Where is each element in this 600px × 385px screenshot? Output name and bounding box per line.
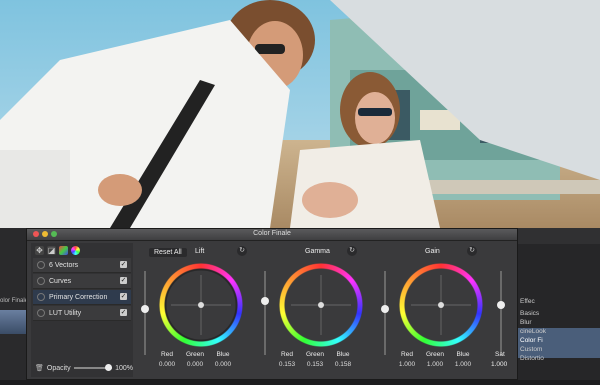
layer-tools: ✥ ◪: [31, 243, 133, 258]
gamma-blue-value[interactable]: 0.158: [331, 361, 355, 368]
lift-master-slider[interactable]: [141, 271, 149, 355]
gamma-blue-label: Blue: [336, 351, 350, 358]
lift-reset-icon[interactable]: ↻: [237, 246, 247, 256]
layer-label: 6 Vectors: [49, 261, 79, 269]
gamma-color-wheel[interactable]: [279, 263, 363, 347]
gain-red-label: Red: [401, 351, 413, 358]
gamma-green-label: Green: [305, 351, 325, 358]
layer-item-primary-correction[interactable]: Primary Correction ✓: [33, 290, 131, 305]
opacity-slider[interactable]: [73, 364, 113, 371]
lift-master-knob[interactable]: [141, 305, 149, 313]
lift-title: Lift: [195, 248, 205, 255]
curves-tool-icon[interactable]: ◪: [47, 246, 56, 255]
opacity-control: 🗑 Opacity 100%: [35, 363, 133, 373]
layer-label: Primary Correction: [49, 293, 108, 301]
gamma-green-value[interactable]: 0.153: [303, 361, 327, 368]
effects-browser: Effec Basics Blur cineLook Color Fi Cust…: [518, 228, 600, 380]
layer-item-6-vectors[interactable]: 6 Vectors ✓: [33, 258, 131, 273]
layer-item-lut-utility[interactable]: LUT Utility ✓: [33, 306, 131, 321]
lift-blue-value[interactable]: 0.000: [211, 361, 235, 368]
gain-section: Gain ↻ Red Green Blue 1.000 1.000 1.000 …: [357, 243, 515, 377]
timeline-left-strip: olor Finale: [0, 228, 29, 380]
vectors-tool-icon[interactable]: ✥: [35, 246, 44, 255]
left-strip-label: olor Finale: [0, 298, 29, 304]
gain-color-wheel[interactable]: [399, 263, 483, 347]
window-titlebar: Color Finale: [27, 229, 517, 241]
saturation-value[interactable]: 1.000: [491, 361, 507, 368]
lift-green-value[interactable]: 0.000: [183, 361, 207, 368]
saturation-knob[interactable]: [497, 301, 505, 309]
trash-icon[interactable]: 🗑: [35, 364, 44, 372]
gamma-title: Gamma: [305, 248, 330, 255]
lift-section: Reset All Lift ↻ Red Green Blue 0.000 0.…: [137, 243, 261, 377]
layer-visibility-icon[interactable]: [37, 293, 45, 301]
lift-color-wheel[interactable]: [159, 263, 243, 347]
video-viewer: [0, 0, 600, 228]
layer-visibility-icon[interactable]: [37, 261, 45, 269]
reset-all-button[interactable]: Reset All: [149, 248, 187, 257]
layer-label: LUT Utility: [49, 309, 82, 317]
color-wheels-area: Reset All Lift ↻ Red Green Blue 0.000 0.…: [137, 243, 515, 377]
opacity-slider-knob[interactable]: [105, 364, 113, 371]
layer-checkbox[interactable]: ✓: [120, 309, 127, 316]
saturation-label: Sat: [495, 351, 505, 358]
layer-visibility-icon[interactable]: [37, 277, 45, 285]
gain-green-value[interactable]: 1.000: [423, 361, 447, 368]
layer-checkbox[interactable]: ✓: [120, 261, 127, 268]
layers-sidebar: ✥ ◪ 6 Vectors ✓ Curves ✓ Primary Correct…: [31, 243, 133, 377]
gain-reset-icon[interactable]: ↻: [467, 246, 477, 256]
video-frame-image: [0, 0, 600, 228]
lift-blue-label: Blue: [216, 351, 230, 358]
gamma-reset-icon[interactable]: ↻: [347, 246, 357, 256]
gamma-red-label: Red: [281, 351, 293, 358]
lift-red-label: Red: [161, 351, 173, 358]
gamma-master-knob[interactable]: [261, 297, 269, 305]
lift-red-value[interactable]: 0.000: [155, 361, 179, 368]
effects-header: Effec: [520, 298, 535, 305]
layer-checkbox[interactable]: ✓: [120, 277, 127, 284]
lut-tool-icon[interactable]: [71, 246, 80, 255]
effects-item[interactable]: Distortio: [520, 355, 598, 365]
clip-thumbnail[interactable]: [0, 310, 26, 334]
gain-blue-label: Blue: [456, 351, 470, 358]
gain-master-knob[interactable]: [381, 305, 389, 313]
color-finale-window: Color Finale ✥ ◪ 6 Vectors ✓ Curves ✓ Pr…: [26, 228, 518, 380]
lift-green-label: Green: [185, 351, 205, 358]
gain-green-label: Green: [425, 351, 445, 358]
primary-tool-icon[interactable]: [59, 246, 68, 255]
gain-blue-value[interactable]: 1.000: [451, 361, 475, 368]
gain-title: Gain: [425, 248, 440, 255]
gain-master-slider[interactable]: [381, 271, 389, 355]
gamma-red-value[interactable]: 0.153: [275, 361, 299, 368]
layer-item-curves[interactable]: Curves ✓: [33, 274, 131, 289]
gamma-section: Gamma ↻ Red Green Blue 0.153 0.153 0.158: [247, 243, 371, 377]
gamma-master-slider[interactable]: [261, 271, 269, 355]
opacity-value: 100%: [115, 364, 133, 372]
gain-red-value[interactable]: 1.000: [395, 361, 419, 368]
window-title: Color Finale: [253, 230, 291, 237]
saturation-slider[interactable]: [497, 271, 505, 355]
layer-label: Curves: [49, 277, 72, 285]
opacity-label: Opacity: [46, 364, 71, 372]
layer-checkbox[interactable]: ✓: [120, 293, 127, 300]
layer-visibility-icon[interactable]: [37, 309, 45, 317]
